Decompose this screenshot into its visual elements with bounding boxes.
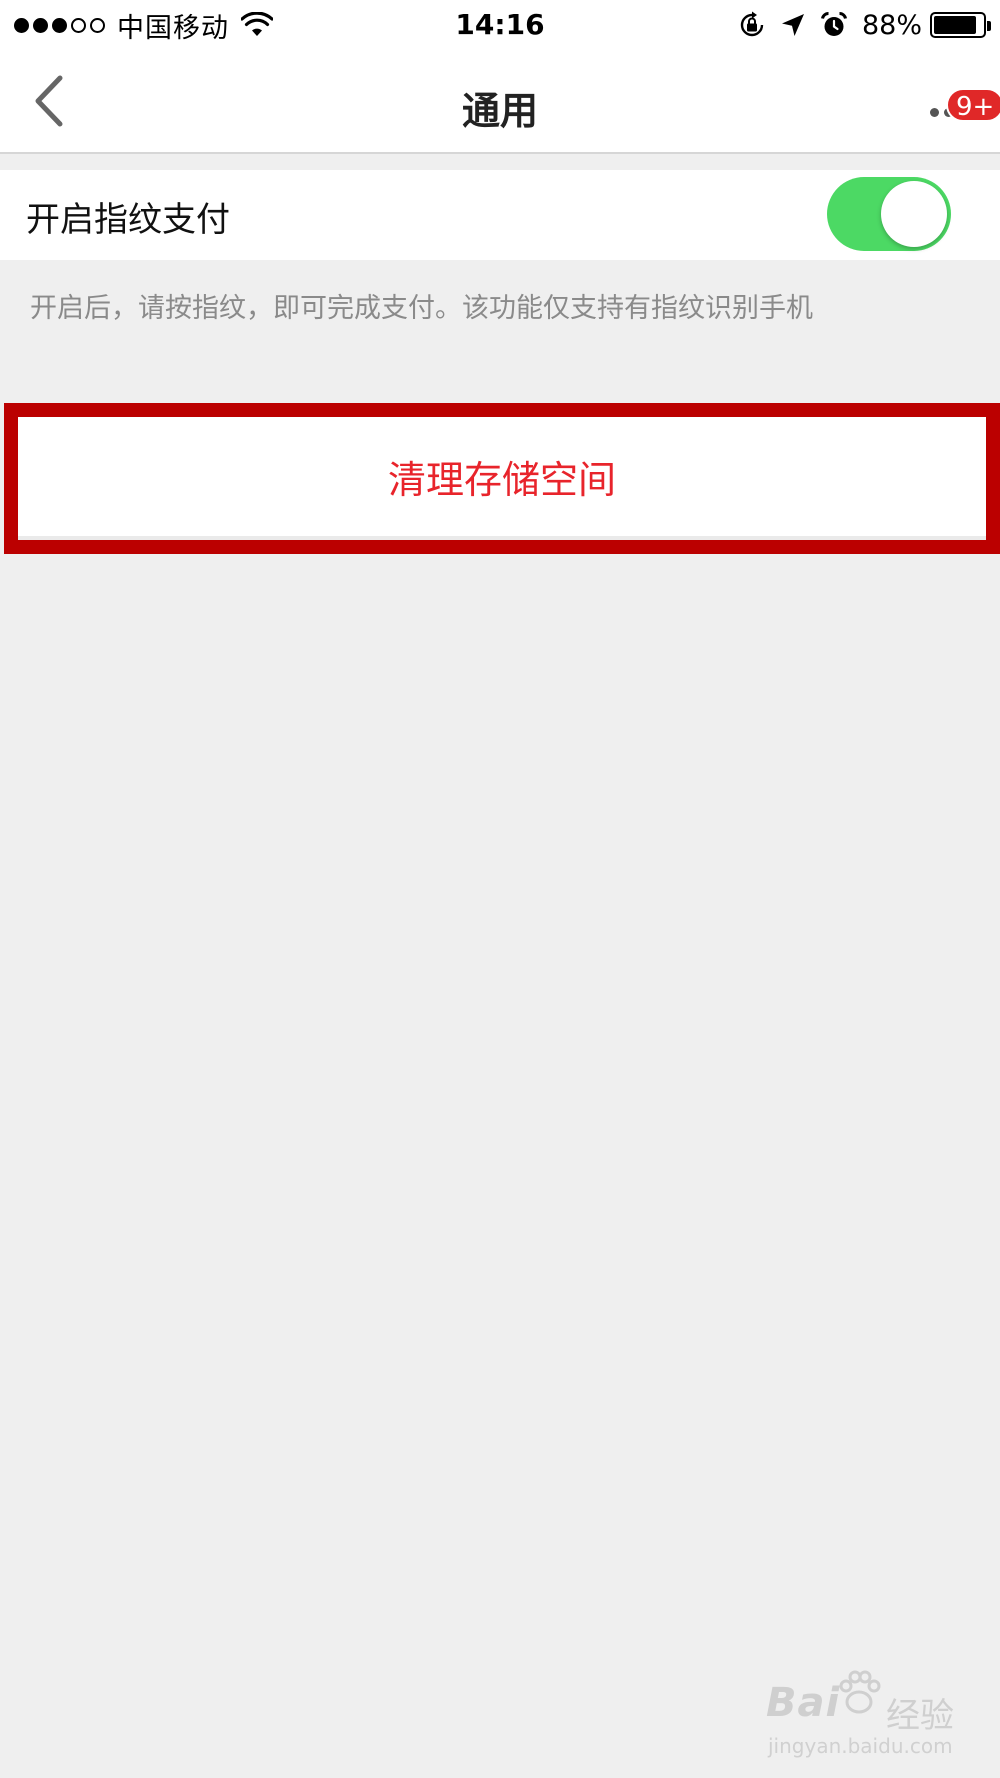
highlight-frame: 清理存储空间 [4,403,1000,554]
battery-icon [930,12,991,38]
rotation-lock-icon [740,11,764,37]
watermark-url: jingyan.baidu.com [768,1734,953,1758]
status-bar-right: 88% [738,6,991,44]
battery-fill [934,16,977,34]
page-title: 通用 [461,89,538,133]
fingerprint-payment-hint: 开启后，请按指纹，即可完成支付。该功能仅支持有指纹识别手机 [30,293,813,324]
paw-icon [839,1670,881,1714]
screen: 中国移动 14:16 88% 通用 9+ 开启指纹支付 开启后，请按指纹，即可完… [0,0,1000,1778]
fingerprint-payment-toggle[interactable] [827,177,951,251]
fingerprint-payment-label: 开启指纹支付 [26,200,230,240]
status-bar: 中国移动 14:16 88% [0,0,1000,50]
alarm-clock-icon [821,12,847,36]
battery-cap [987,21,991,31]
notification-badge: 9+ [946,88,1000,122]
more-options-button[interactable]: 9+ [920,88,1000,128]
battery-percentage: 88% [861,9,922,41]
navigation-bar: 通用 9+ [0,50,1000,154]
watermark-brand: Bai [766,1680,841,1726]
clear-storage-button[interactable]: 清理存储空间 [18,417,986,540]
watermark-brand-suffix: 经验 [886,1696,954,1736]
baidu-jingyan-watermark: Bai 经验 jingyan.baidu.com [766,1668,966,1760]
location-arrow-icon [781,14,804,36]
toggle-knob [881,181,947,247]
fingerprint-payment-row: 开启指纹支付 [0,170,1000,260]
